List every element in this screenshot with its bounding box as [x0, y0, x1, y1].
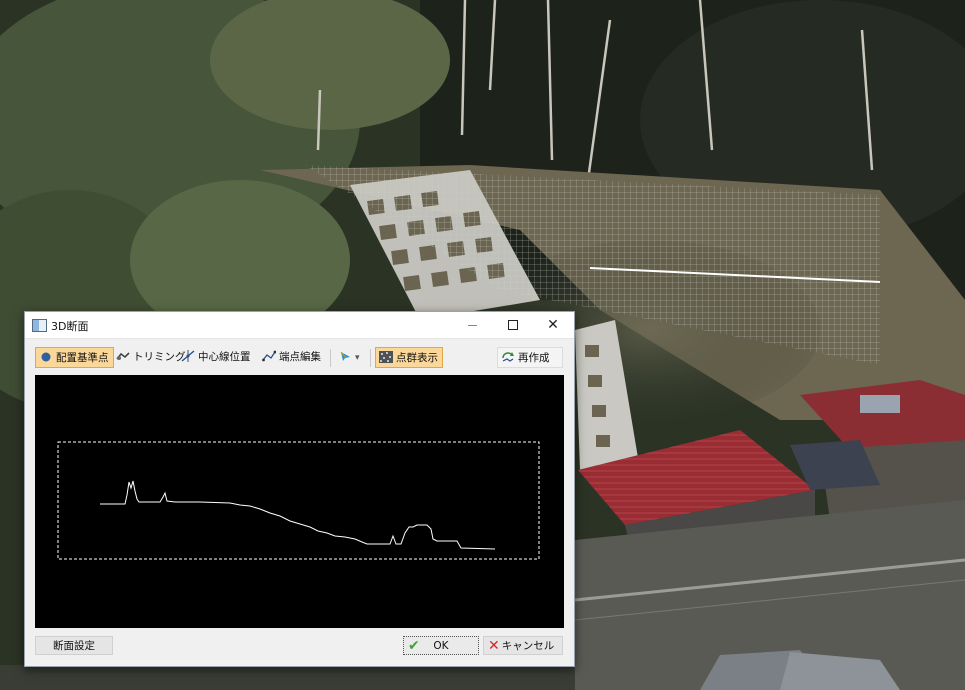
circle-point-icon — [41, 352, 51, 362]
minimize-button[interactable] — [453, 312, 493, 338]
point-cloud-display-button[interactable]: 点群表示 — [375, 347, 443, 368]
centerline-position-button[interactable]: 中心線位置 — [178, 347, 255, 368]
section-profile-plot — [57, 441, 540, 560]
toolbar: 配置基準点 トリミング 中心線位置 端点編集 ▾ 点群表示 再作成 — [33, 345, 566, 371]
dialog-title: 3D断面 — [51, 320, 89, 333]
pen-dropdown-icon — [340, 351, 350, 361]
refresh-icon — [502, 352, 514, 362]
maximize-button[interactable] — [493, 312, 533, 338]
section-3d-dialog: 3D断面 ✕ 配置基準点 トリミング 中心線位置 端点編集 ▾ 点群表示 再作成 — [24, 311, 575, 667]
title-bar[interactable]: 3D断面 ✕ — [25, 312, 574, 339]
draw-tool-dropdown[interactable]: ▾ — [335, 347, 364, 368]
close-button[interactable]: ✕ — [533, 312, 573, 338]
endpoint-edit-button[interactable]: 端点編集 — [259, 347, 325, 368]
trim-icon — [116, 352, 130, 360]
dropdown-arrow-icon: ▾ — [355, 353, 360, 363]
ok-button[interactable]: ✔ OK — [403, 636, 479, 655]
section-view-canvas[interactable] — [35, 375, 564, 628]
app-icon — [32, 319, 47, 332]
close-icon: ✕ — [547, 317, 559, 333]
section-settings-button[interactable]: 断面設定 — [35, 636, 113, 655]
toolbar-separator — [370, 349, 371, 367]
terrain-profile-line — [100, 480, 496, 550]
cancel-x-icon: ✕ — [488, 638, 500, 654]
centerline-icon — [181, 350, 195, 362]
endpoint-edit-icon — [262, 350, 276, 362]
place-reference-point-button[interactable]: 配置基準点 — [35, 347, 114, 368]
regenerate-button[interactable]: 再作成 — [497, 347, 563, 368]
trim-region-outline[interactable] — [57, 441, 540, 560]
toolbar-separator — [330, 349, 331, 367]
check-icon: ✔ — [408, 638, 420, 654]
cancel-button[interactable]: ✕ キャンセル — [483, 636, 563, 655]
point-cloud-icon — [379, 351, 393, 363]
